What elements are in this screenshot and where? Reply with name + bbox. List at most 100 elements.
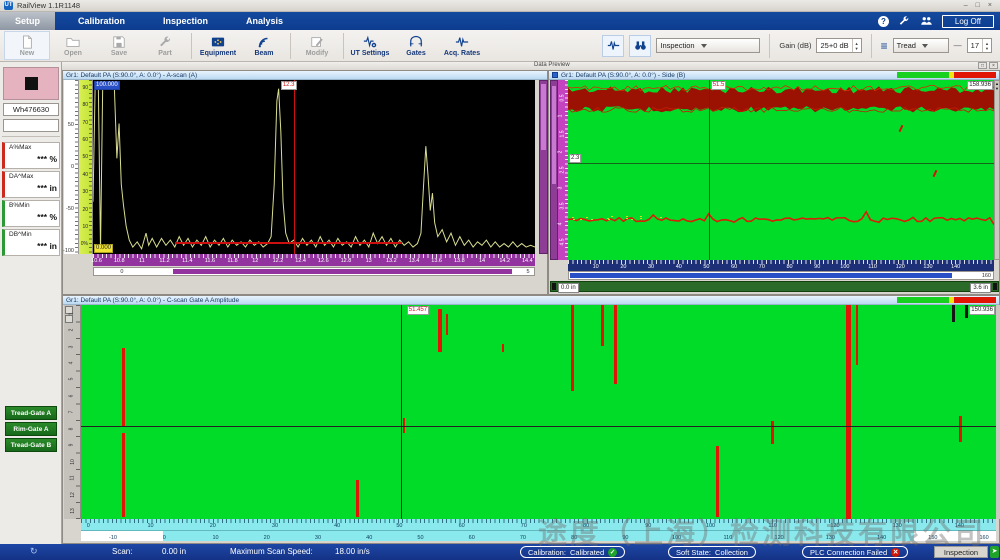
cscan-row-label: 9 — [68, 444, 74, 447]
toolbar-button-new[interactable]: New — [4, 31, 50, 60]
sideb-right-scrollbar[interactable]: ▲▼ — [994, 80, 1000, 260]
sideb-cursor-line[interactable] — [709, 80, 710, 260]
cscan-row-label: 8 — [68, 428, 74, 431]
menu-tab-analysis[interactable]: Analysis — [231, 12, 298, 30]
gain-stepper[interactable]: 25+0 dB▲▼ — [816, 38, 861, 53]
scrollbar-thumb[interactable] — [570, 273, 952, 278]
stop-indicator[interactable] — [3, 67, 59, 100]
ascan-scroll-min: 0 — [120, 269, 123, 275]
cscan-row-label: 1 — [68, 312, 74, 315]
sideb-depth-line[interactable] — [568, 163, 994, 164]
sideb-noise-bands — [568, 80, 994, 260]
stepper-arrows-icon[interactable]: ▲▼ — [852, 39, 861, 52]
ascan-vertical-scrollbar[interactable] — [539, 80, 548, 254]
toolbar-button-part[interactable]: Part — [142, 31, 188, 60]
menu-tab-calibration[interactable]: Calibration — [63, 12, 140, 30]
measurement-box-a-max: A%Max*** % — [2, 142, 60, 169]
ut-settings-pulse-gear-icon — [362, 35, 378, 49]
preview-close-button[interactable]: × — [989, 62, 998, 69]
ascan-horizontal-scrollbar[interactable]: 0 5 — [93, 267, 535, 276]
ascan-cursor-line[interactable] — [294, 80, 295, 254]
scrollbar-thumb[interactable] — [541, 84, 546, 149]
close-button[interactable]: × — [988, 2, 992, 9]
sideb-x-tick-label: 20 — [620, 264, 626, 270]
wheel-id-field[interactable]: Wh476630 — [3, 103, 59, 116]
refresh-icon[interactable]: ↻ — [30, 546, 38, 557]
sideb-x-tick-label: 110 — [868, 264, 877, 270]
cscan-plot[interactable]: 150.936 51.457 — [81, 305, 996, 519]
ascan-x-tick-label: 11.2 — [159, 258, 169, 264]
cscan-row-cursor-line[interactable] — [81, 426, 996, 427]
toolbar-button-ut-settings[interactable]: UT Settings — [347, 31, 393, 60]
noise-speck — [611, 216, 613, 217]
amplitude-colorbar — [897, 297, 996, 303]
menu-tab-setup[interactable]: Setup — [0, 12, 55, 30]
sideb-range-bar[interactable]: 0.0 in 3.6 in — [550, 281, 999, 292]
noise-speck — [580, 219, 582, 220]
sideb-x-tick-label: 10 — [593, 264, 599, 270]
scrollbar-thumb[interactable] — [173, 269, 512, 274]
count-value: 17 — [968, 41, 982, 50]
sideb-vertical-scrollbar[interactable] — [550, 80, 558, 260]
cscan-cursor-line[interactable] — [401, 305, 402, 519]
stepper-arrows-icon[interactable]: ▲▼ — [982, 39, 991, 52]
ascan-waveform — [93, 80, 535, 254]
cscan-right-scrollbar[interactable] — [996, 305, 1000, 519]
pulse-view-button[interactable] — [602, 35, 624, 57]
hamburger-icon[interactable]: ≡ — [881, 40, 888, 52]
go-arrow-icon[interactable]: ➤ — [990, 546, 999, 558]
help-icon[interactable]: ? — [878, 16, 889, 27]
surface-select-value: Tread — [897, 41, 916, 50]
range-handle-left[interactable] — [552, 283, 556, 290]
noise-speck — [586, 217, 588, 218]
measurement-list: A%Max*** %DA^Max*** inB%Min*** %DB^Min**… — [2, 142, 60, 258]
scan-speed-value: 18.00 in/s — [335, 547, 370, 556]
count-stepper[interactable]: 17▲▼ — [967, 38, 992, 53]
sideb-horizontal-scrollbar[interactable]: 160 — [568, 271, 994, 280]
menu-tab-inspection[interactable]: Inspection — [148, 12, 223, 30]
preview-maximize-button[interactable]: □ — [978, 62, 987, 69]
cscan-title-text: Gr1: Default PA (S:90.0°, A: 0.0°) - C-s… — [66, 297, 239, 304]
measurement-value: *** in — [9, 241, 57, 251]
toolbar-button-gates[interactable]: Gates — [393, 31, 439, 60]
toolbar-button-save[interactable]: Save — [96, 31, 142, 60]
maximize-button[interactable]: □ — [976, 2, 980, 9]
gate-button-rim-gate-a[interactable]: Rim-Gate A — [5, 422, 57, 436]
toolbar-button-open[interactable]: Open — [50, 31, 96, 60]
sideb-plot[interactable]: 158.936 51.5 2.3 — [568, 80, 994, 260]
toolbar-right: Inspection Gain (dB) 25+0 dB▲▼ ≡ Tread —… — [602, 34, 996, 58]
toolbar-button-modify[interactable]: Modify — [294, 31, 340, 60]
toolbar-button-beam[interactable]: Beam — [241, 31, 287, 60]
measurement-label: A%Max — [9, 144, 57, 151]
sideb-y-tick-label: 3.5 — [559, 203, 565, 210]
toolbar-button-acq-rates[interactable]: Acq. Rates — [439, 31, 485, 60]
secondary-id-field[interactable] — [3, 119, 59, 132]
defect-streak — [771, 421, 774, 445]
ascan-gate-line[interactable] — [175, 242, 403, 244]
ascan-plot[interactable]: 100.000 0.000 12.3 — [93, 80, 535, 254]
equipment-board-icon — [210, 35, 226, 49]
wrench-icon[interactable] — [898, 15, 911, 28]
surface-select[interactable]: Tread — [893, 38, 949, 53]
ascan-x-tick-label: 12.2 — [273, 258, 284, 264]
cscan-x-tick-label: 0 — [87, 523, 90, 529]
gate-button-tread-gate-b[interactable]: Tread-Gate B — [5, 438, 57, 452]
gate-button-tread-gate-a[interactable]: Tread-Gate A — [5, 406, 57, 420]
main-toolbar: NewOpenSavePartEquipmentBeamModifyUT Set… — [0, 30, 1000, 62]
toolbar-separator — [769, 34, 770, 58]
defect-streak — [356, 480, 359, 516]
range-handle-right[interactable] — [993, 283, 997, 290]
log-off-button[interactable]: Log Off — [942, 15, 994, 28]
sideb-depth-chip: 2.3 — [569, 154, 581, 163]
mode-select[interactable]: Inspection — [656, 38, 760, 53]
users-icon[interactable] — [920, 15, 933, 28]
find-binoculars-button[interactable] — [629, 35, 651, 57]
measurement-box-da-max: DA^Max*** in — [2, 171, 60, 198]
toolbar-button-equipment[interactable]: Equipment — [195, 31, 241, 60]
defect-streak — [846, 305, 851, 519]
sideb-x-tick-label: 100 — [840, 264, 849, 270]
ruler-tool-button[interactable] — [65, 315, 73, 323]
range-min-label: 0.0 in — [558, 283, 579, 293]
minimize-button[interactable]: – — [964, 2, 968, 9]
scrollbar-thumb[interactable] — [552, 86, 556, 184]
